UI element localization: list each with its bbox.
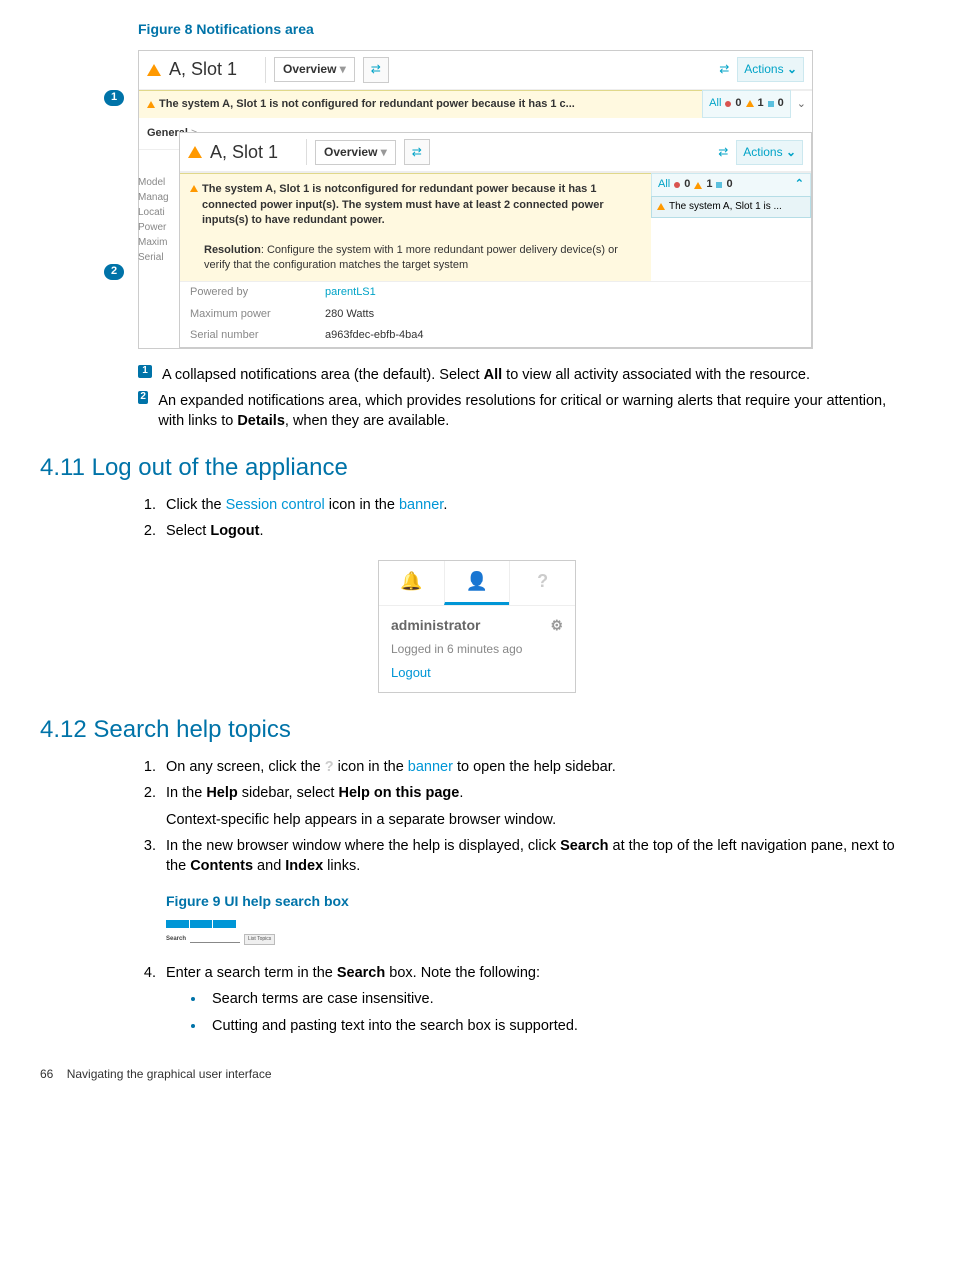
section-4-11-steps: Click the Session control icon in the ba…: [160, 495, 914, 542]
step-2: In the Help sidebar, select Help on this…: [160, 783, 914, 830]
session-popover: 🔔 👤 ? administrator⚙ Logged in 6 minutes…: [378, 560, 576, 694]
notif-message-full: The system A, Slot 1 is notconfigured fo…: [202, 182, 641, 228]
callout-2: 2: [104, 264, 124, 280]
logout-link[interactable]: Logout: [391, 664, 563, 682]
expand-chevron[interactable]: ⌄: [791, 90, 812, 118]
help-icon: ?: [325, 759, 334, 775]
bullet-1: Search terms are case insensitive.: [206, 989, 914, 1009]
collapse-chevron[interactable]: ⌃: [795, 177, 804, 192]
figure9-title: Figure 9 UI help search box: [166, 892, 914, 912]
warning-icon: [694, 182, 702, 189]
overview-dropdown[interactable]: Overview ▾: [315, 140, 396, 165]
section-4-12-steps: On any screen, click the ? icon in the b…: [160, 757, 914, 1036]
session-time: Logged in 6 minutes ago: [391, 641, 563, 658]
step-4-bullets: Search terms are case insensitive. Cutti…: [206, 989, 914, 1036]
sidebar-labels: ModelManagLocatiPowerMaximSerial: [138, 175, 169, 265]
page-footer: 66 Navigating the graphical user interfa…: [40, 1066, 914, 1083]
banner-link[interactable]: banner: [399, 497, 443, 513]
callout-1-ref: 1: [138, 365, 152, 378]
session-user: administrator⚙: [391, 616, 563, 636]
legend-item-1: 1 A collapsed notifications area (the de…: [138, 365, 914, 385]
panel1-header: A, Slot 1 Overview ▾ ⇄ ⇄ Actions ⌄: [139, 51, 812, 90]
list-topics-button[interactable]: List Topics: [244, 934, 275, 945]
step-1: Click the Session control icon in the ba…: [160, 495, 914, 515]
info-rows: Powered byparentLS1 Maximum power280 Wat…: [180, 281, 811, 346]
bullet-2: Cutting and pasting text into the search…: [206, 1016, 914, 1036]
figure8-container: 1 2 A, Slot 1 Overview ▾ ⇄ ⇄ Actions ⌄ T…: [138, 50, 813, 349]
warning-icon: [188, 146, 202, 158]
overview-dropdown[interactable]: Overview ▾: [274, 57, 355, 82]
warning-icon: [147, 64, 161, 76]
filter-all[interactable]: All 0 1 0 ⌃: [651, 173, 811, 195]
map-icon[interactable]: ⇄: [363, 57, 389, 83]
section-4-11-title: 4.11 Log out of the appliance: [40, 451, 914, 485]
selected-notification[interactable]: The system A, Slot 1 is ...: [651, 196, 811, 218]
section-4-12-title: 4.12 Search help topics: [40, 713, 914, 747]
session-tabs: 🔔 👤 ?: [379, 561, 575, 606]
resolution-text: Resolution: Configure the system with 1 …: [190, 229, 641, 274]
filter-all[interactable]: All 0 1 0: [702, 90, 791, 118]
help-icon[interactable]: ?: [509, 561, 575, 605]
figure9: Search List Topics: [166, 920, 914, 945]
row-max-power: Maximum power280 Watts: [180, 304, 811, 325]
warning-icon: [657, 203, 665, 210]
row-powered-by: Powered byparentLS1: [180, 282, 811, 303]
info-icon: [716, 182, 722, 188]
warning-icon: [147, 101, 155, 108]
warning-icon: [190, 185, 198, 192]
session-control-link[interactable]: Session control: [226, 497, 325, 513]
actions-dropdown[interactable]: Actions ⌄: [737, 57, 804, 82]
notif-bar-expanded: The system A, Slot 1 is notconfigured fo…: [180, 173, 651, 281]
actions-dropdown[interactable]: Actions ⌄: [736, 140, 803, 165]
step-2: Select Logout.: [160, 521, 914, 541]
figure8-legend: 1 A collapsed notifications area (the de…: [138, 365, 914, 432]
row-serial: Serial numbera963fdec-ebfb-4ba4: [180, 325, 811, 346]
legend-item-2: 2 An expanded notifications area, which …: [138, 391, 914, 432]
powered-by-link[interactable]: parentLS1: [325, 285, 376, 300]
step-2-sub: Context-specific help appears in a separ…: [166, 810, 914, 830]
user-icon[interactable]: 👤: [444, 561, 510, 605]
step-4: Enter a search term in the Search box. N…: [160, 963, 914, 1036]
callout-1: 1: [104, 90, 124, 106]
figure8-title: Figure 8 Notifications area: [138, 20, 914, 40]
panel2: A, Slot 1 Overview ▾ ⇄ ⇄ Actions ⌄ The s…: [179, 132, 812, 347]
notif-bar-collapsed[interactable]: The system A, Slot 1 is not configured f…: [139, 90, 702, 118]
slot-title: A, Slot 1: [169, 57, 237, 82]
callout-2-ref: 2: [138, 391, 148, 404]
refresh-icon[interactable]: ⇄: [711, 57, 737, 83]
gear-icon[interactable]: ⚙: [550, 616, 563, 636]
step-1: On any screen, click the ? icon in the b…: [160, 757, 914, 777]
critical-icon: [725, 101, 731, 107]
banner-link[interactable]: banner: [408, 759, 453, 775]
search-input[interactable]: [190, 937, 240, 943]
panel2-header: A, Slot 1 Overview ▾ ⇄ ⇄ Actions ⌄: [180, 133, 811, 172]
critical-icon: [674, 182, 680, 188]
slot-title: A, Slot 1: [210, 140, 278, 165]
map-icon[interactable]: ⇄: [404, 139, 430, 165]
notif-message: The system A, Slot 1 is not configured f…: [159, 97, 694, 112]
info-icon: [768, 101, 774, 107]
refresh-icon[interactable]: ⇄: [710, 139, 736, 165]
panel1: A, Slot 1 Overview ▾ ⇄ ⇄ Actions ⌄ The s…: [138, 50, 813, 349]
warning-icon: [746, 100, 754, 107]
bell-icon[interactable]: 🔔: [379, 561, 444, 605]
step-3: In the new browser window where the help…: [160, 836, 914, 945]
search-label: Search: [166, 935, 186, 943]
help-tabs: [166, 920, 236, 928]
